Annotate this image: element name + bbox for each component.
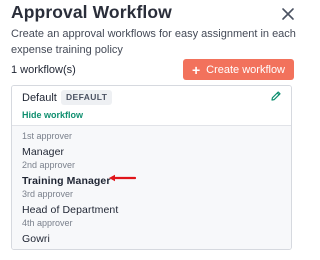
workflow-card: Default DEFAULT Hide workflow 1st approv… [11,85,292,250]
approver-label: 2nd approver [22,160,76,170]
approver-list: 1st approver Manager 2nd approver Traini… [12,126,291,249]
approver-item: 4th approver Gowri [22,218,73,246]
workflow-count: 1 workflow(s) [11,64,76,76]
dialog-title: Approval Workflow [11,2,172,22]
close-icon[interactable] [281,7,295,21]
approver-label: 4th approver [22,218,73,228]
approver-value: Manager [22,146,65,158]
dialog-description: Create an approval workflows for easy as… [11,28,296,56]
default-badge: DEFAULT [61,90,113,105]
hide-workflow-link[interactable]: Hide workflow [22,110,83,120]
annotation-arrow-icon [109,174,136,182]
plus-icon: + [191,61,201,78]
workflow-name: Default [22,92,57,104]
approver-item: 2nd approver Training Manager [22,160,111,188]
create-workflow-button[interactable]: + Create workflow [182,59,294,80]
approver-item: 3rd approver Head of Department [22,189,118,217]
approver-value: Gowri [22,233,50,245]
approver-label: 3rd approver [22,189,74,199]
approver-value: Training Manager [22,175,111,187]
workflow-card-header: Default DEFAULT Hide workflow [12,86,291,126]
create-workflow-label: Create workflow [206,63,285,76]
approver-value: Head of Department [22,204,119,216]
pencil-icon[interactable] [270,90,282,102]
approver-label: 1st approver [22,131,73,141]
approver-item: 1st approver Manager [22,131,72,159]
